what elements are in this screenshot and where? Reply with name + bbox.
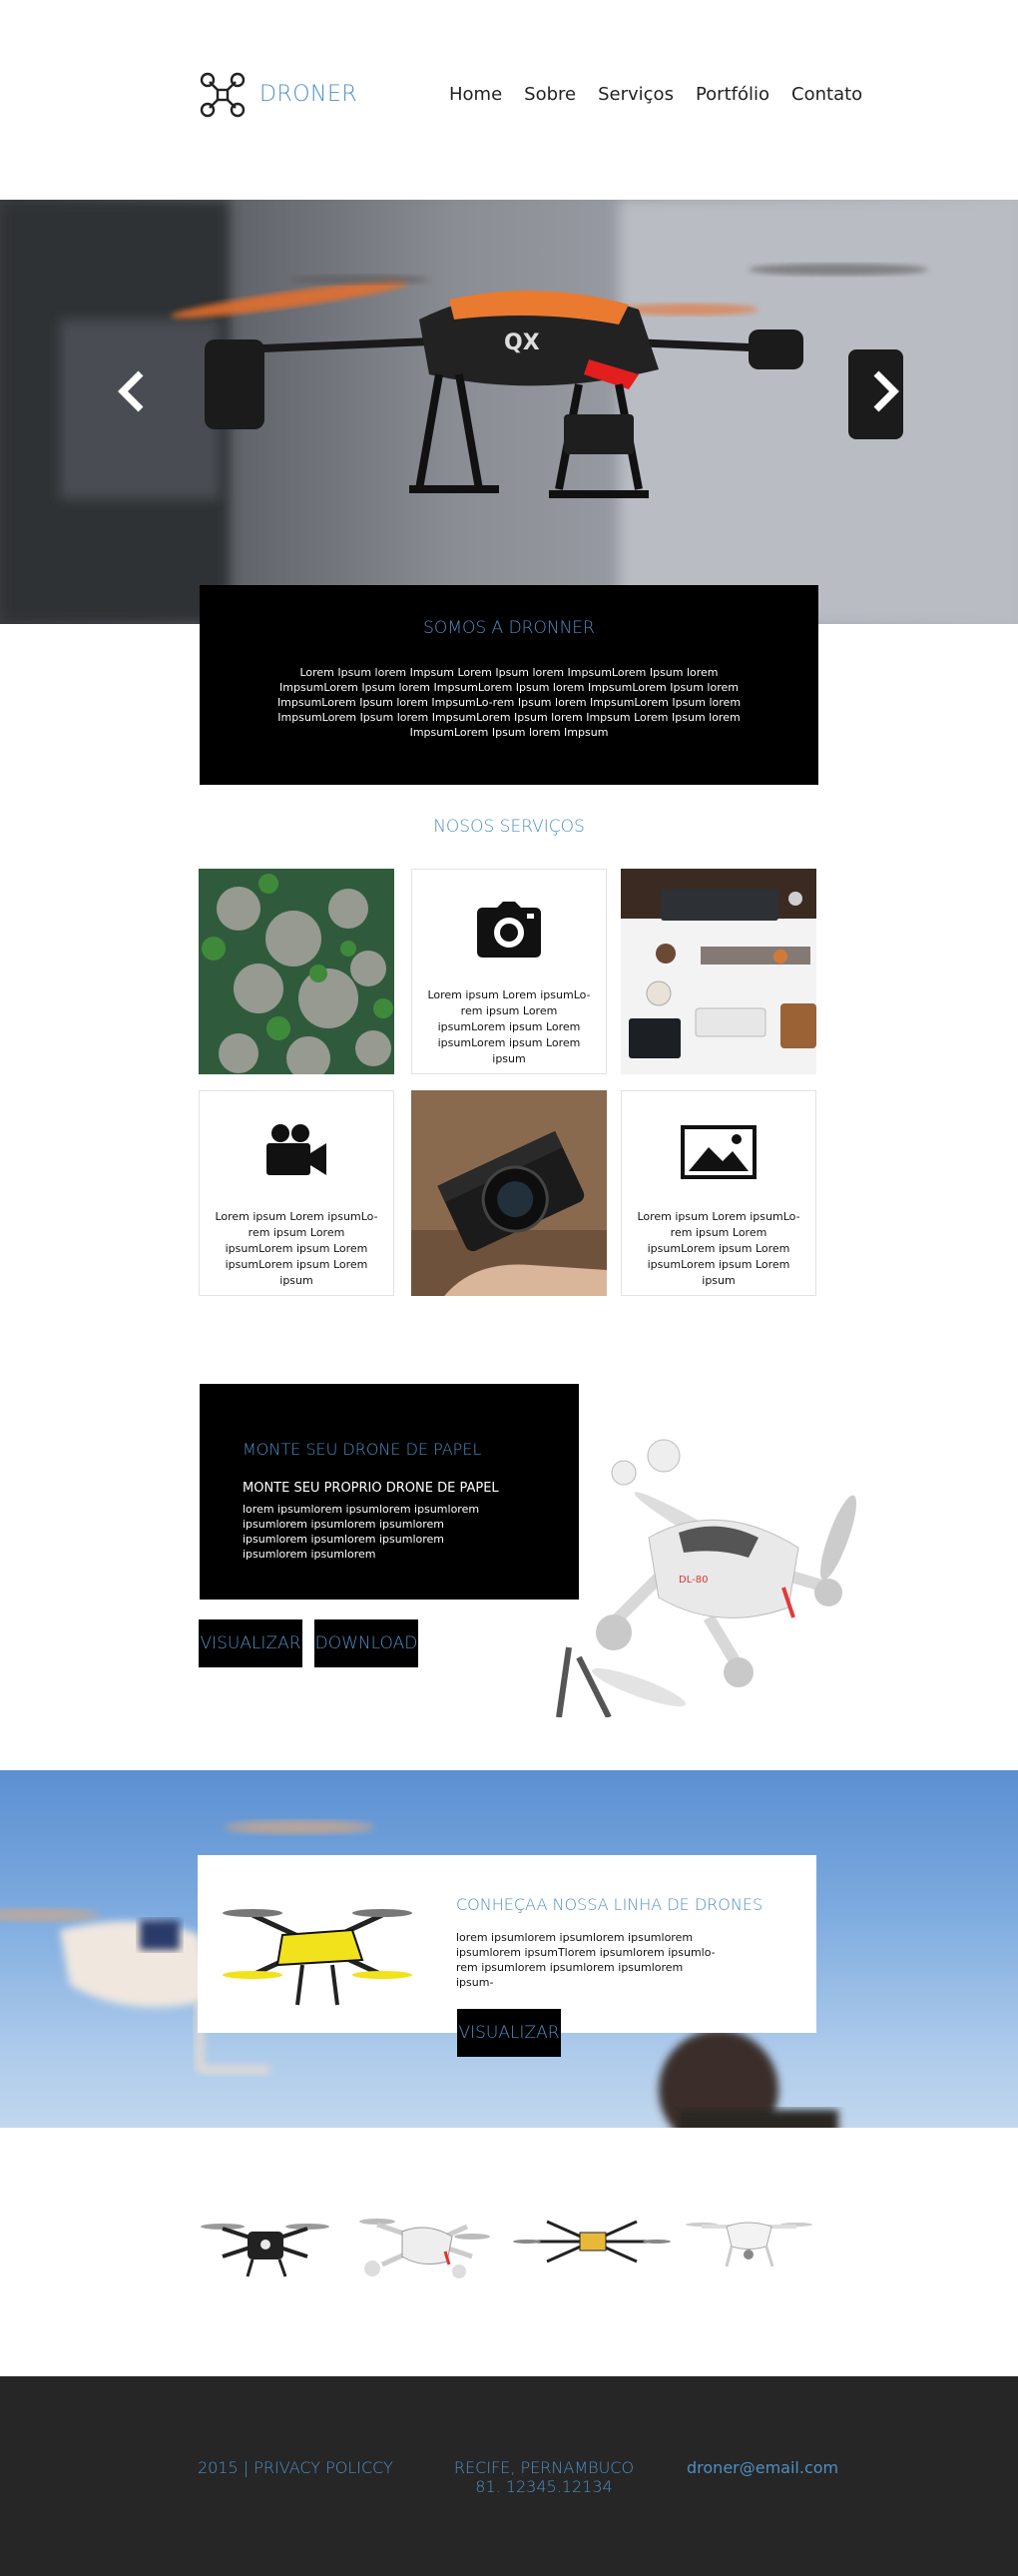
service-text: Lorem ipsum Lorem ipsumLo-rem ipsum Lore…: [215, 1210, 378, 1287]
footer-email-link[interactable]: droner@email.com: [687, 2458, 838, 2477]
footer-phone: 81. 12345.12134: [475, 2477, 613, 2496]
footer: 2015 | PRIVACY POLICCY RECIFE, PERNAMBUC…: [0, 2376, 1018, 2576]
forest-aerial-photo[interactable]: [199, 869, 394, 1074]
service-tile-photo[interactable]: Lorem ipsum Lorem ipsumLo-rem ipsum Lore…: [411, 869, 607, 1074]
services-title: NOSOS SERVIÇOS: [433, 817, 585, 837]
paper-title: MONTE SEU DRONE DE PAPEL: [243, 1440, 482, 1459]
footer-address: RECIFE, PERNAMBUCO: [453, 2458, 635, 2477]
drone-line-card: CONHEÇAA NOSSA LINHA DE DRONES lorem ips…: [198, 1855, 816, 2033]
paper-text: lorem ipsumlorem ipsumlorem ipsumlorem i…: [243, 1503, 480, 1561]
nav-contato[interactable]: Contato: [791, 84, 862, 105]
drone-thumbnail[interactable]: [513, 2220, 671, 2263]
yellow-drone-image: [223, 1909, 412, 2006]
hero-slider: QX: [0, 200, 1018, 624]
download-button[interactable]: DOWNLOAD: [314, 1619, 418, 1667]
image-icon: [681, 1125, 757, 1179]
nav-sobre[interactable]: Sobre: [524, 84, 576, 105]
video-camera-icon: [266, 1124, 326, 1175]
chevron-right-icon[interactable]: [868, 369, 902, 413]
footer-privacy-link[interactable]: 2015 | PRIVACY POLICCY: [198, 2458, 393, 2477]
nav-servicos[interactable]: Serviços: [598, 84, 674, 105]
visualizar-button[interactable]: VISUALIZAR: [457, 2009, 561, 2057]
svg-text:DL-80: DL-80: [679, 1575, 708, 1586]
chevron-left-icon[interactable]: [115, 369, 149, 413]
service-text: Lorem ipsum Lorem ipsumLo-rem ipsum Lore…: [637, 1210, 800, 1287]
svg-text:QX: QX: [504, 330, 540, 355]
line-text: lorem ipsumlorem ipsumlorem ipsumlorem i…: [456, 1931, 716, 1989]
about-text: Lorem Ipsum lorem Impsum Lorem Ipsum lor…: [276, 666, 742, 739]
drone-thumbnail[interactable]: [201, 2224, 329, 2277]
drone-gallery: [201, 2219, 812, 2278]
camera-icon: [477, 902, 541, 958]
drone-logo-icon[interactable]: [198, 70, 248, 120]
hand-camera-photo[interactable]: [411, 1090, 607, 1296]
service-tile-image[interactable]: Lorem ipsum Lorem ipsumLo-rem ipsum Lore…: [621, 1090, 816, 1296]
white-drone-image: DL-80: [556, 1439, 857, 1717]
drone-thumbnail[interactable]: [686, 2222, 812, 2267]
nav-portfolio[interactable]: Portfólio: [696, 84, 769, 105]
service-tile-video[interactable]: Lorem ipsum Lorem ipsumLo-rem ipsum Lore…: [199, 1090, 394, 1296]
main-nav: Home Sobre Serviços Portfólio Contato: [449, 84, 884, 105]
service-text: Lorem ipsum Lorem ipsumLo-rem ipsum Lore…: [427, 988, 591, 1065]
visualizar-button[interactable]: VISUALIZAR: [199, 1619, 302, 1667]
nav-home[interactable]: Home: [449, 84, 502, 105]
hero-drone-image: QX: [0, 200, 1018, 624]
line-title: CONHEÇAA NOSSA LINHA DE DRONES: [456, 1895, 764, 1914]
about-section: SOMOS A DRONNER Lorem Ipsum lorem Impsum…: [200, 585, 818, 785]
drone-thumbnail[interactable]: [359, 2219, 490, 2278]
paper-drone-box: MONTE SEU DRONE DE PAPEL MONTE SEU PROPR…: [200, 1384, 579, 1600]
desk-workspace-photo[interactable]: [621, 869, 816, 1074]
paper-subtitle: MONTE SEU PROPRIO DRONE DE PAPEL: [243, 1481, 499, 1496]
about-title: SOMOS A DRONNER: [423, 618, 595, 638]
brand-name[interactable]: DRONER: [259, 82, 357, 107]
